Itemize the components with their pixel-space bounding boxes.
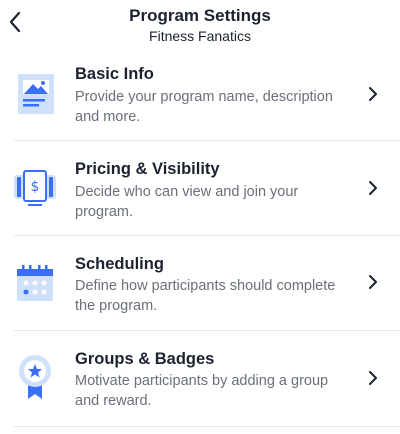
chevron-right-icon xyxy=(369,275,377,289)
divider xyxy=(14,426,400,427)
settings-item-description: Provide your program name, description a… xyxy=(75,89,333,125)
settings-item-pricing-visibility[interactable]: $ Pricing & Visibility Decide who can vi… xyxy=(0,146,400,241)
divider xyxy=(14,235,400,236)
calendar-icon xyxy=(17,265,53,301)
svg-text:$: $ xyxy=(31,179,40,195)
chevron-right-icon xyxy=(369,181,377,195)
settings-item-title: Pricing & Visibility xyxy=(75,160,220,178)
badge-ribbon-icon xyxy=(19,355,51,399)
settings-item-basic-info[interactable]: Basic Info Provide your program name, de… xyxy=(0,52,400,147)
settings-item-title: Scheduling xyxy=(75,255,164,273)
page-title: Program Settings xyxy=(129,6,271,25)
settings-item-title: Basic Info xyxy=(75,65,154,83)
divider xyxy=(14,140,400,141)
settings-item-description: Motivate participants by adding a group … xyxy=(75,373,329,409)
settings-item-description: Define how participants should complete … xyxy=(75,278,336,314)
settings-item-scheduling[interactable]: Scheduling Define how participants shoul… xyxy=(0,241,400,336)
header: Program Settings Fitness Fanatics xyxy=(0,0,400,50)
page-subtitle: Fitness Fanatics xyxy=(149,28,251,44)
settings-item-groups-badges[interactable]: Groups & Badges Motivate participants by… xyxy=(0,336,400,431)
image-icon xyxy=(18,74,54,114)
dollar-ticket-icon: $ xyxy=(14,170,56,206)
chevron-right-icon xyxy=(369,87,377,101)
settings-item-description: Decide who can view and join your progra… xyxy=(75,184,299,220)
divider xyxy=(14,330,400,331)
chevron-right-icon xyxy=(369,371,377,385)
settings-item-title: Groups & Badges xyxy=(75,350,215,368)
